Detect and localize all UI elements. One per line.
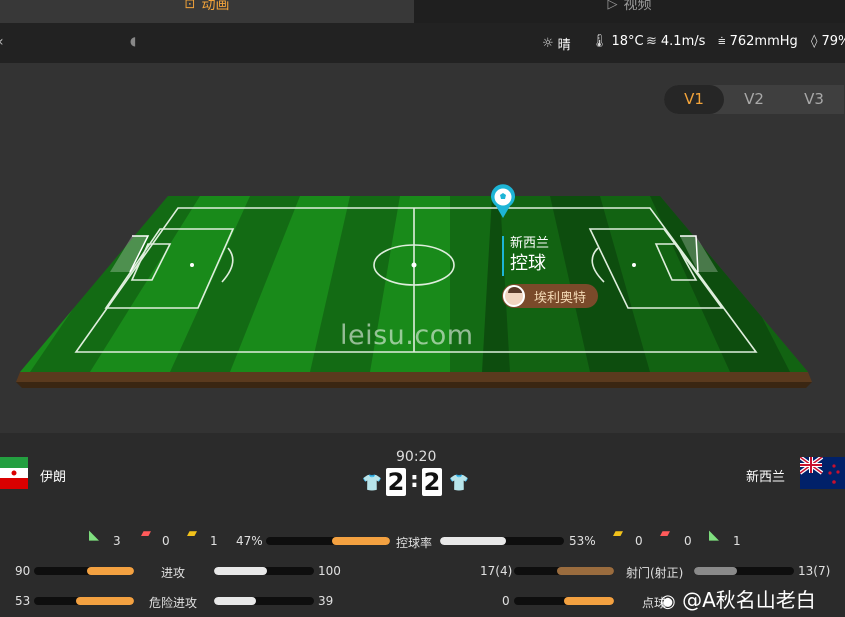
home-score: 2: [386, 468, 406, 496]
home-possession: 47%: [236, 534, 263, 548]
home-attacks: 90: [15, 564, 31, 578]
view-tab-v1[interactable]: V1: [664, 85, 724, 114]
away-attacks-bar: [214, 567, 314, 575]
away-score: 2: [422, 468, 442, 496]
home-possession-fill: [331, 537, 390, 545]
weather-pressure: ⩧ 762mmHg: [718, 34, 798, 49]
home-attacks-bar: [34, 567, 134, 575]
player-badge: 埃利奥特: [502, 284, 598, 308]
temperature-text: 18°C: [611, 34, 644, 49]
droplet-icon: ◊: [811, 34, 818, 49]
tab-video-label: 视频: [623, 0, 652, 13]
away-corners: 1: [733, 534, 741, 548]
view-switcher: V1 V2 V3: [664, 85, 844, 114]
weather-humidity: ◊ 79%: [811, 34, 845, 49]
home-penalty-fill: [564, 597, 614, 605]
weibo-icon: ◉: [660, 591, 676, 612]
score-separator: :: [410, 468, 419, 493]
home-shots-fill: [557, 567, 614, 575]
away-dangerous-bar: [214, 597, 314, 605]
away-red-cards: 0: [684, 534, 692, 548]
animation-icon: ⊡: [184, 0, 196, 12]
corner-flag-icon: ◣: [89, 528, 99, 543]
corner-flag-icon: ◣: [709, 528, 719, 543]
away-attacks-fill: [214, 567, 267, 575]
weather-temperature: 🌡 18°C: [591, 34, 644, 49]
chevron-left-icon[interactable]: ‹: [0, 34, 4, 50]
home-attacks-fill: [87, 567, 134, 575]
tab-video[interactable]: ▷ 视频: [414, 0, 845, 23]
home-red-cards: 0: [162, 534, 170, 548]
red-card-icon: ▰: [141, 526, 151, 541]
home-team-name[interactable]: 伊朗: [40, 466, 66, 485]
away-possession-bar: [440, 537, 564, 545]
away-dangerous-fill: [214, 597, 256, 605]
tab-animation-label: 动画: [201, 0, 230, 13]
weather-condition: ☼ 晴: [542, 34, 571, 53]
humidity-text: 79%: [821, 34, 845, 49]
away-team-name[interactable]: 新西兰: [746, 466, 785, 485]
pitch-soil: [16, 372, 812, 382]
home-possession-bar: [266, 537, 390, 545]
away-shots: 13(7): [798, 564, 831, 578]
red-card-icon: ▰: [660, 526, 670, 541]
ball-marker-icon: [491, 184, 515, 218]
home-dangerous-attacks: 53: [15, 594, 31, 608]
iran-flag-icon: [0, 457, 28, 489]
home-dangerous-fill: [76, 597, 134, 605]
view-tab-v3[interactable]: V3: [784, 85, 844, 114]
shots-label: 射门(射正): [626, 566, 684, 580]
home-dangerous-bar: [34, 597, 134, 605]
play-icon: ▷: [607, 0, 618, 12]
sun-icon: ☼: [542, 36, 554, 51]
home-corners: 3: [113, 534, 121, 548]
away-attacks: 100: [318, 564, 341, 578]
away-dangerous-attacks: 39: [318, 594, 334, 608]
media-tabs: ⊡ 动画 ▷ 视频: [0, 0, 845, 23]
yellow-card-icon: ▰: [613, 526, 623, 541]
view-tab-v2[interactable]: V2: [724, 85, 784, 114]
away-shots-bar: [694, 567, 794, 575]
pressure-text: 762mmHg: [729, 34, 798, 49]
weather-wind: ≋ 4.1m/s: [646, 34, 705, 49]
away-possession-fill: [440, 537, 506, 545]
home-penalty-bar: [514, 597, 614, 605]
away-yellow-cards: 0: [635, 534, 643, 548]
wind-text: 4.1m/s: [660, 34, 706, 49]
thermometer-icon: 🌡: [591, 34, 608, 49]
match-clock: 90:20: [396, 449, 437, 465]
wind-icon: ≋: [646, 34, 657, 49]
home-jersey-icon: 👕: [362, 473, 382, 492]
avatar: [503, 285, 525, 307]
home-penalties: 0: [502, 594, 510, 608]
loading-icon: ◖: [130, 34, 137, 48]
dangerous-attacks-label: 危险进攻: [149, 596, 198, 610]
event-team: 新西兰: [510, 236, 550, 251]
weather-condition-text: 晴: [557, 38, 571, 53]
away-jersey-icon: 👕: [449, 473, 469, 492]
away-shots-fill: [694, 567, 737, 575]
site-watermark: leisu.com: [340, 320, 474, 351]
event-callout: 新西兰 控球: [502, 236, 549, 276]
attacks-label: 进攻: [161, 566, 186, 580]
new-zealand-flag-icon: [800, 457, 845, 489]
weibo-watermark: ◉ @A秋名山老白: [660, 584, 816, 613]
player-name: 埃利奥特: [534, 290, 587, 306]
pressure-icon: ⩧: [718, 34, 726, 49]
home-yellow-cards: 1: [210, 534, 218, 548]
event-action: 控球: [510, 253, 546, 274]
possession-label: 控球率: [396, 536, 433, 550]
weibo-handle: @A秋名山老白: [682, 588, 816, 612]
tab-animation[interactable]: ⊡ 动画: [0, 0, 414, 23]
football-pitch: [16, 196, 812, 388]
home-shots: 17(4): [480, 564, 513, 578]
home-shots-bar: [514, 567, 614, 575]
away-possession: 53%: [569, 534, 596, 548]
yellow-card-icon: ▰: [187, 526, 197, 541]
weather-bar: ‹ ◖ ☼ 晴 🌡 18°C ≋ 4.1m/s ⩧ 762mmHg ◊ 79%: [0, 23, 845, 63]
